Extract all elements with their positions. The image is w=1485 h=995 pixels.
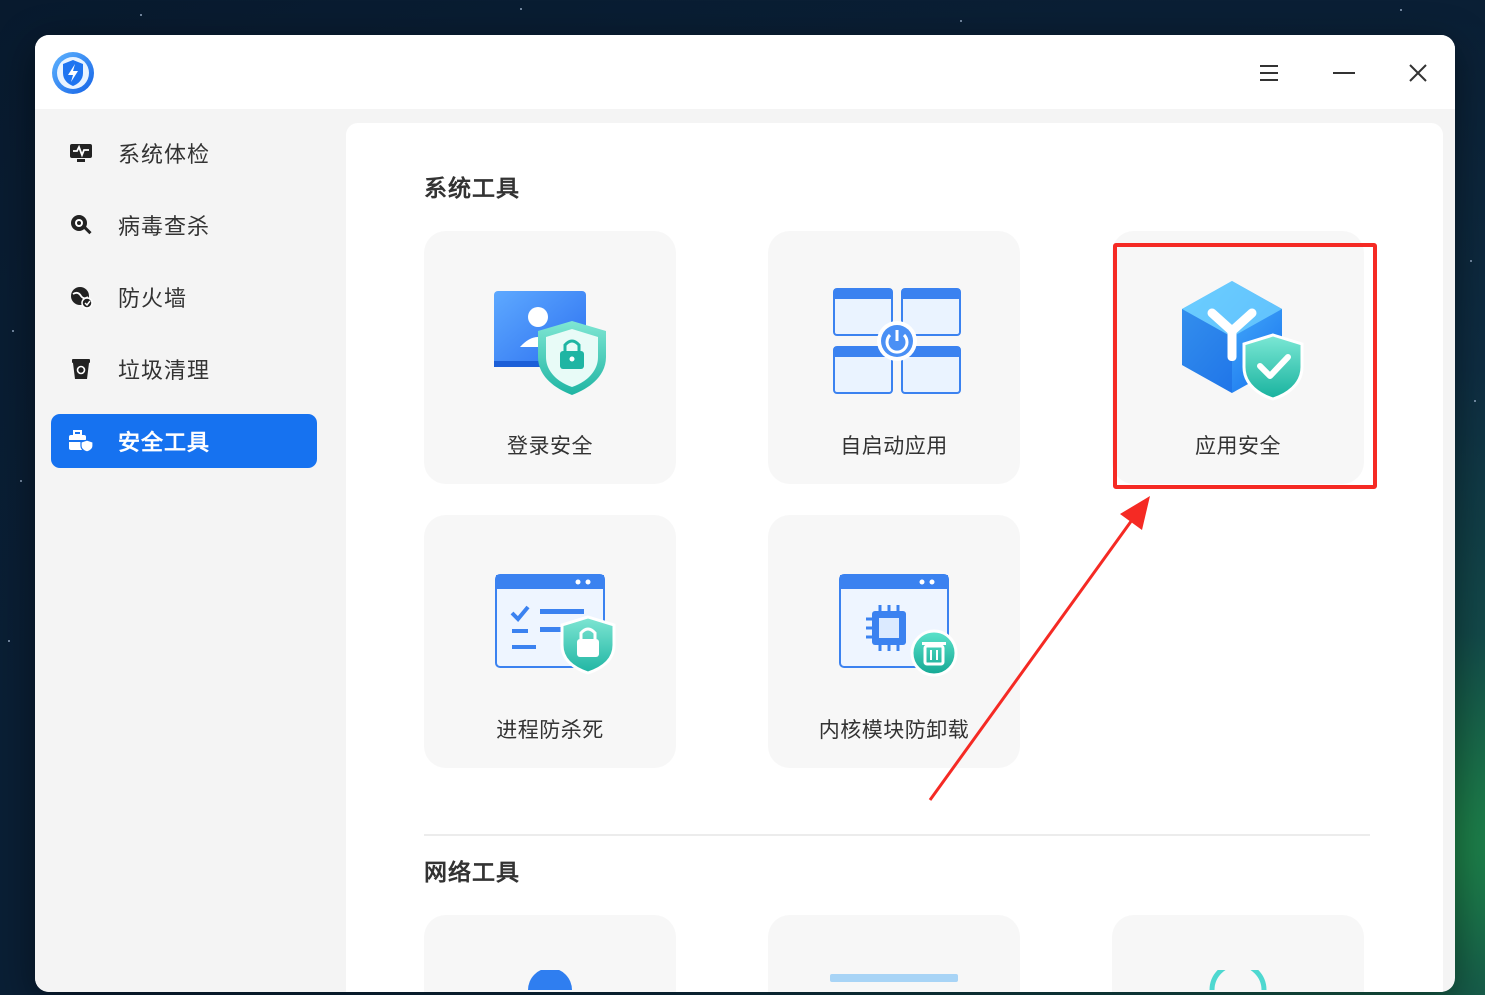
close-icon xyxy=(1409,64,1427,82)
firewall-globe-icon xyxy=(68,284,94,310)
network-tool-icon xyxy=(830,974,958,982)
sidebar-item-label: 安全工具 xyxy=(118,431,211,456)
tool-card-autostart-apps[interactable]: 自启动应用 xyxy=(768,231,1020,484)
sidebar-item-system-check[interactable]: 系统体检 xyxy=(51,126,317,180)
minimize-icon xyxy=(1333,72,1355,74)
title-bar xyxy=(35,35,1455,109)
tool-card-network-2[interactable] xyxy=(768,915,1020,992)
section-title-network-tools: 网络工具 xyxy=(424,860,520,886)
main-content: 系统工具 登录安全 自启动应用 应用安全 进程防杀死 内核模块防卸载 网络工具 xyxy=(346,123,1443,992)
kernel-module-protection-icon xyxy=(839,574,958,677)
network-tool-icon xyxy=(1209,970,1267,990)
sidebar-item-firewall[interactable]: 防火墙 xyxy=(51,270,317,324)
tool-card-label: 登录安全 xyxy=(507,434,593,458)
sidebar-item-label: 病毒查杀 xyxy=(118,215,211,240)
tool-card-network-1[interactable] xyxy=(424,915,676,992)
tool-card-label: 自启动应用 xyxy=(840,434,948,458)
sidebar-item-label: 防火墙 xyxy=(118,287,188,312)
tool-card-app-security[interactable]: 应用安全 xyxy=(1112,231,1364,484)
tool-card-login-security[interactable]: 登录安全 xyxy=(424,231,676,484)
app-security-icon xyxy=(1182,281,1304,401)
tool-card-network-3[interactable] xyxy=(1112,915,1364,992)
sidebar: 系统体检 病毒查杀 防火墙 垃圾清理 安全工具 xyxy=(35,109,333,992)
process-protection-icon xyxy=(495,574,616,675)
sidebar-item-label: 垃圾清理 xyxy=(118,359,211,384)
sidebar-item-junk-cleanup[interactable]: 垃圾清理 xyxy=(51,342,317,396)
autostart-apps-icon xyxy=(833,288,961,394)
tool-card-label: 内核模块防卸载 xyxy=(818,718,970,742)
app-logo-shield-icon xyxy=(52,52,94,94)
sidebar-item-security-tools[interactable]: 安全工具 xyxy=(51,414,317,468)
trash-bin-icon xyxy=(68,356,94,382)
section-title-system-tools: 系统工具 xyxy=(424,176,520,202)
close-button[interactable] xyxy=(1402,57,1434,89)
minimize-button[interactable] xyxy=(1328,57,1360,89)
network-tool-icon xyxy=(528,970,572,990)
hamburger-menu-icon xyxy=(1260,65,1278,81)
tool-card-kernel-module-protection[interactable]: 内核模块防卸载 xyxy=(768,515,1020,768)
menu-button[interactable] xyxy=(1253,57,1285,89)
tool-card-label: 进程防杀死 xyxy=(496,718,604,742)
sidebar-item-virus-scan[interactable]: 病毒查杀 xyxy=(51,198,317,252)
toolbox-shield-icon xyxy=(68,428,94,454)
tool-card-label: 应用安全 xyxy=(1195,434,1281,458)
sidebar-item-label: 系统体检 xyxy=(118,143,211,168)
section-divider xyxy=(424,834,1370,836)
magnifier-virus-icon xyxy=(68,212,94,238)
login-security-icon xyxy=(494,291,606,395)
tool-card-process-protection[interactable]: 进程防杀死 xyxy=(424,515,676,768)
monitor-pulse-icon xyxy=(68,140,94,166)
security-center-window: 系统体检 病毒查杀 防火墙 垃圾清理 安全工具 系统工具 登录安全 自启动应用 … xyxy=(35,35,1455,992)
